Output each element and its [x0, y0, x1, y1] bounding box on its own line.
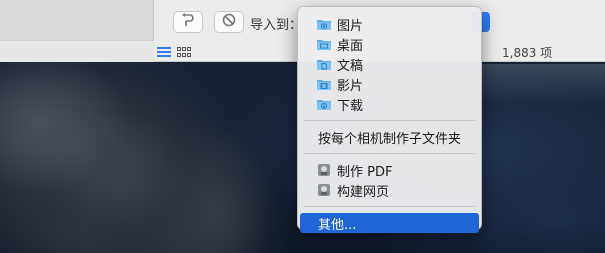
- movies-folder-icon: [317, 77, 331, 91]
- menu-separator: [304, 120, 475, 121]
- automator-icon: [317, 163, 331, 177]
- menu-item-make-pdf[interactable]: 制作 PDF: [298, 160, 481, 180]
- desktop-folder-icon: [317, 37, 331, 51]
- menu-item-label: 影片: [337, 78, 364, 94]
- menu-separator: [304, 153, 475, 154]
- import-destination-menu: 图片 桌面 文稿 影片 下载 按每个相机制作子文件夹 制作 PDF 构建网页 其…: [297, 6, 482, 233]
- prohibited-icon: [222, 13, 236, 31]
- list-view-icon[interactable]: [157, 46, 171, 58]
- view-mode-switcher: [157, 46, 191, 58]
- delete-button[interactable]: [214, 11, 244, 33]
- menu-separator: [304, 206, 475, 207]
- menu-item-pictures[interactable]: 图片: [298, 14, 481, 34]
- menu-item-build-webpage[interactable]: 构建网页: [298, 180, 481, 200]
- menu-item-label: 文稿: [337, 58, 364, 74]
- rotate-icon: [182, 13, 194, 31]
- menu-item-label: 下载: [337, 98, 364, 114]
- menu-item-downloads[interactable]: 下载: [298, 94, 481, 114]
- item-count: 1,883 项: [502, 46, 553, 60]
- menu-item-label: 构建网页: [337, 184, 390, 200]
- menu-item-other[interactable]: 其他...: [300, 213, 479, 233]
- menu-item-label: 桌面: [337, 38, 364, 54]
- menu-item-label: 其他...: [318, 217, 357, 233]
- menu-item-movies[interactable]: 影片: [298, 74, 481, 94]
- import-to-label: 导入到：: [250, 18, 303, 33]
- downloads-folder-icon: [317, 97, 331, 111]
- menu-item-desktop[interactable]: 桌面: [298, 34, 481, 54]
- menu-item-label: 图片: [337, 18, 364, 34]
- automator-icon: [317, 183, 331, 197]
- documents-folder-icon: [317, 57, 331, 71]
- pictures-folder-icon: [317, 17, 331, 31]
- menu-item-label: 制作 PDF: [337, 164, 393, 180]
- menu-item-subfolder-per-camera[interactable]: 按每个相机制作子文件夹: [298, 127, 481, 147]
- menu-item-label: 按每个相机制作子文件夹: [318, 131, 462, 147]
- background-window-strip: [0, 40, 154, 62]
- grid-view-icon[interactable]: [177, 46, 191, 58]
- rotate-button[interactable]: [173, 11, 203, 33]
- menu-item-documents[interactable]: 文稿: [298, 54, 481, 74]
